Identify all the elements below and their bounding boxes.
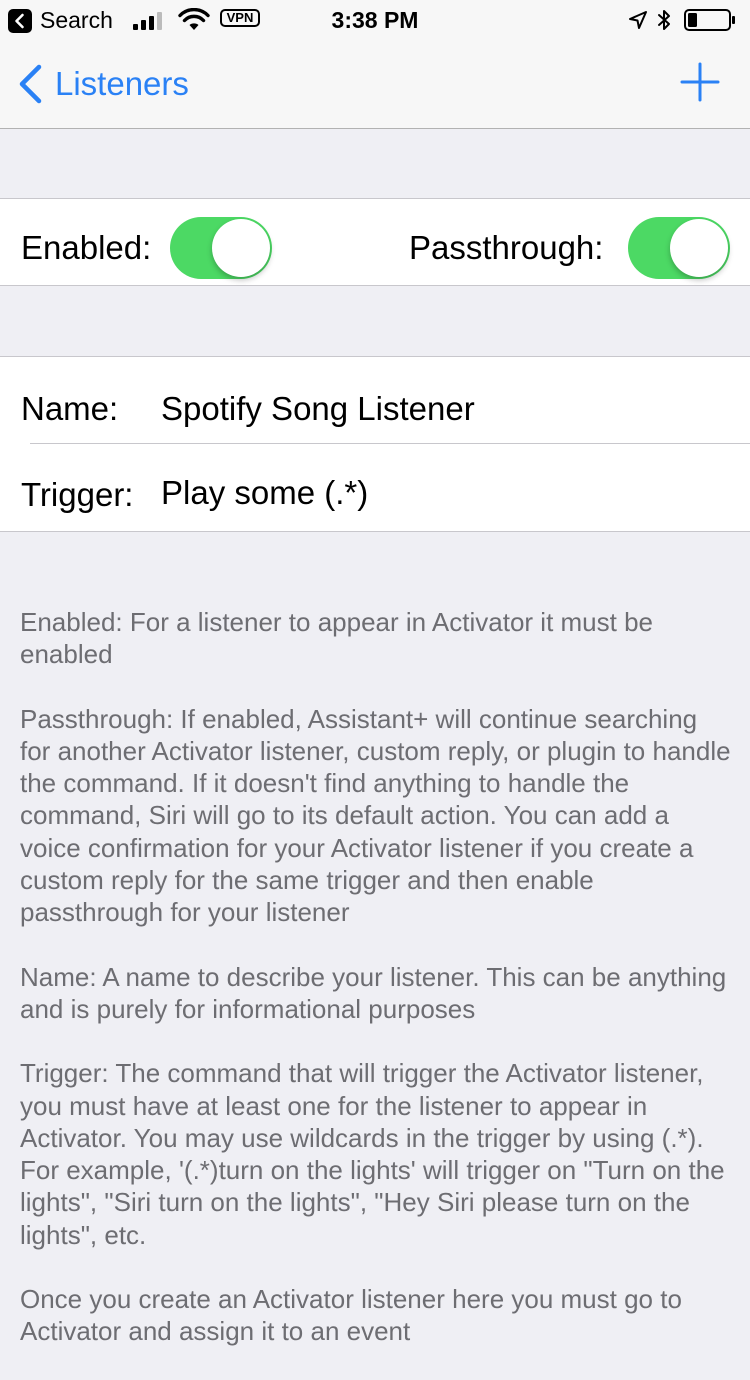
location-icon bbox=[629, 11, 647, 29]
navigation-bar: Listeners bbox=[0, 40, 750, 129]
trigger-row: Trigger: Play some (.*) bbox=[0, 444, 750, 531]
help-trigger: Trigger: The command that will trigger t… bbox=[20, 1058, 725, 1250]
help-enabled: Enabled: For a listener to appear in Act… bbox=[20, 607, 654, 670]
trigger-label: Trigger: bbox=[21, 476, 134, 513]
bluetooth-icon bbox=[658, 10, 670, 30]
trigger-field[interactable]: Play some (.*) bbox=[161, 473, 368, 513]
help-name: Name: A name to describe your listener. … bbox=[20, 961, 727, 1024]
help-passthrough: Passthrough: If enabled, Assistant+ will… bbox=[20, 703, 731, 928]
passthrough-switch[interactable] bbox=[628, 217, 730, 279]
enabled-switch-knob bbox=[212, 219, 270, 277]
passthrough-switch-knob bbox=[670, 219, 728, 277]
enabled-switch[interactable] bbox=[170, 217, 272, 279]
listener-fields-section: Name: Spotify Song Listener Trigger: Pla… bbox=[0, 356, 750, 532]
toggles-section: Enabled: Passthrough: bbox=[0, 198, 750, 286]
passthrough-label: Passthrough: bbox=[409, 229, 604, 266]
back-button-listeners[interactable]: Listeners bbox=[55, 64, 189, 104]
name-row: Name: Spotify Song Listener bbox=[0, 357, 750, 444]
chevron-left-icon[interactable] bbox=[16, 64, 44, 104]
enabled-label: Enabled: bbox=[21, 229, 152, 266]
status-bar: Search VPN 3:38 PM bbox=[0, 0, 750, 40]
name-label: Name: bbox=[21, 390, 119, 427]
help-activator: Once you create an Activator listener he… bbox=[20, 1284, 682, 1347]
plus-icon[interactable] bbox=[680, 62, 720, 102]
battery-icon bbox=[684, 9, 735, 31]
name-field[interactable]: Spotify Song Listener bbox=[161, 389, 475, 429]
help-text: Enabled: For a listener to appear in Act… bbox=[20, 606, 732, 1380]
